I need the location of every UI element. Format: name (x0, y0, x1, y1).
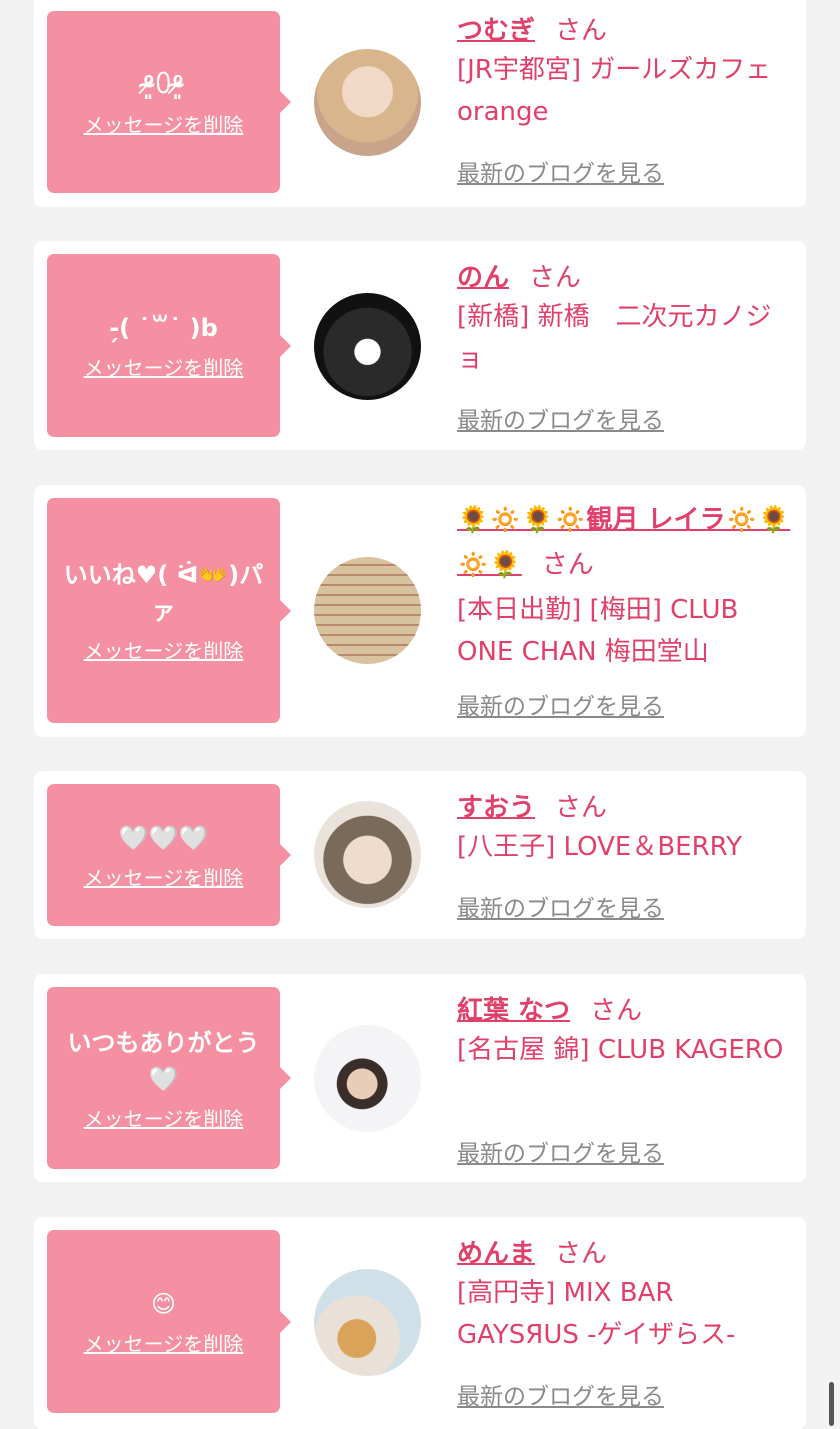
delete-message-link[interactable]: メッセージを削除 (84, 862, 244, 891)
shop-text: [JR宇都宮] ガールズカフェ orange (457, 55, 772, 127)
message-text: ⁰̷̴͈꒨⁰̷̴͈ (143, 70, 184, 99)
user-name-link[interactable]: 🌻🔅🌻🔅観月 レイラ🔅🌻🔅🌻 (457, 505, 790, 580)
delete-message-link[interactable]: メッセージを削除 (84, 109, 244, 138)
list-item: 😊 メッセージを削除 めんま さん [高円寺] MIX BAR GAYSЯUS -… (34, 1217, 806, 1429)
avatar[interactable] (314, 801, 421, 908)
latest-blog-link[interactable]: 最新のブログを見る (457, 401, 664, 435)
delete-message-link[interactable]: メッセージを削除 (84, 352, 244, 381)
message-text: いつもありがとう🤍 (67, 1028, 260, 1093)
latest-blog-link[interactable]: 最新のブログを見る (457, 889, 664, 923)
avatar[interactable] (314, 557, 421, 664)
list-item: いつもありがとう🤍 メッセージを削除 紅葉 なつ さん [名古屋 錦] CLUB … (34, 974, 806, 1182)
message-bubble: -̗( ˙꒳˙ )b メッセージを削除 (47, 254, 291, 437)
message-text: いいね♥( ᐛ👐)パァ (63, 561, 264, 625)
message-text: 😊 (150, 1290, 177, 1318)
user-name-link[interactable]: めんま (457, 1239, 535, 1269)
latest-blog-link[interactable]: 最新のブログを見る (457, 1134, 664, 1168)
message-bubble: いいね♥( ᐛ👐)パァ メッセージを削除 (47, 498, 291, 723)
honorific: さん (529, 263, 582, 293)
latest-blog-link[interactable]: 最新のブログを見る (457, 1377, 664, 1411)
avatar[interactable] (314, 1025, 421, 1132)
shop-text: [本日出勤] [梅田] CLUB ONE CHAN 梅田堂山 (457, 595, 739, 667)
shop-text: [八王子] LOVE＆BERRY (457, 832, 742, 862)
avatar[interactable] (314, 49, 421, 156)
message-bubble: 🤍🤍🤍 メッセージを削除 (47, 784, 291, 926)
honorific: さん (555, 16, 608, 46)
latest-blog-link[interactable]: 最新のブログを見る (457, 687, 664, 721)
message-bubble: 😊 メッセージを削除 (47, 1230, 291, 1413)
user-name-link[interactable]: すおう (457, 793, 535, 823)
honorific: さん (590, 996, 643, 1026)
delete-message-link[interactable]: メッセージを削除 (84, 635, 244, 664)
scrollbar[interactable] (829, 1382, 834, 1426)
list-item: ⁰̷̴͈꒨⁰̷̴͈ メッセージを削除 つむぎ さん [JR宇都宮] ガールズカフェ… (34, 0, 806, 207)
delete-message-link[interactable]: メッセージを削除 (84, 1328, 244, 1357)
shop-text: [名古屋 錦] CLUB KAGERO (457, 1035, 784, 1065)
avatar[interactable] (314, 1269, 421, 1376)
honorific: さん (555, 793, 608, 823)
user-name-link[interactable]: 紅葉 なつ (457, 996, 570, 1026)
message-bubble: いつもありがとう🤍 メッセージを削除 (47, 987, 291, 1169)
honorific: さん (541, 550, 594, 580)
latest-blog-link[interactable]: 最新のブログを見る (457, 154, 664, 188)
avatar[interactable] (314, 293, 421, 400)
user-name-link[interactable]: のん (457, 263, 509, 293)
list-item: 🤍🤍🤍 メッセージを削除 すおう さん [八王子] LOVE＆BERRY 最新のブ… (34, 771, 806, 939)
message-text: 🤍🤍🤍 (118, 823, 209, 852)
shop-text: [高円寺] MIX BAR GAYSЯUS -ゲイザらス- (457, 1278, 736, 1350)
list-item: いいね♥( ᐛ👐)パァ メッセージを削除 🌻🔅🌻🔅観月 レイラ🔅🌻🔅🌻 さん [本… (34, 485, 806, 737)
message-bubble: ⁰̷̴͈꒨⁰̷̴͈ メッセージを削除 (47, 11, 291, 193)
honorific: さん (555, 1239, 608, 1269)
list-item: -̗( ˙꒳˙ )b メッセージを削除 のん さん [新橋] 新橋 二次元カノジョ… (34, 241, 806, 450)
delete-message-link[interactable]: メッセージを削除 (84, 1103, 244, 1132)
message-text: -̗( ˙꒳˙ )b (109, 314, 218, 342)
user-name-link[interactable]: つむぎ (457, 16, 535, 46)
shop-text: [新橋] 新橋 二次元カノジョ (457, 302, 772, 374)
